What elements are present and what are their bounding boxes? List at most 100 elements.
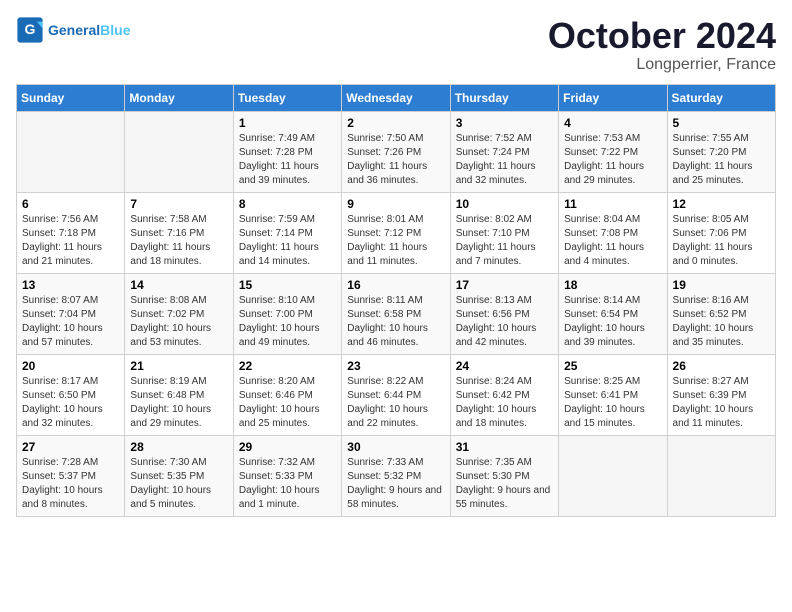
calendar-cell: [125, 111, 233, 192]
day-info: Sunrise: 7:52 AMSunset: 7:24 PMDaylight:…: [456, 132, 553, 188]
calendar-table: SundayMondayTuesdayWednesdayThursdayFrid…: [16, 84, 776, 517]
day-info: Sunrise: 7:50 AMSunset: 7:26 PMDaylight:…: [347, 132, 444, 188]
day-number: 13: [22, 278, 119, 292]
location: Longperrier, France: [548, 56, 776, 74]
calendar-cell: 23Sunrise: 8:22 AMSunset: 6:44 PMDayligh…: [342, 354, 450, 435]
calendar-cell: 18Sunrise: 8:14 AMSunset: 6:54 PMDayligh…: [559, 273, 667, 354]
calendar-cell: 3 Sunrise: 7:52 AMSunset: 7:24 PMDaylight…: [450, 111, 558, 192]
day-number: 8: [239, 197, 336, 211]
day-info: Sunrise: 7:56 AMSunset: 7:18 PMDaylight:…: [22, 213, 119, 269]
day-info: Sunrise: 8:11 AMSunset: 6:58 PMDaylight:…: [347, 294, 444, 350]
calendar-cell: 19 Sunrise: 8:16 AMSunset: 6:52 PMDayligh…: [667, 273, 775, 354]
day-info: Sunrise: 8:16 AMSunset: 6:52 PMDaylight:…: [673, 294, 770, 350]
calendar-week-5: 27 Sunrise: 7:28 AMSunset: 5:37 PMDayligh…: [17, 435, 776, 516]
day-info: Sunrise: 7:32 AMSunset: 5:33 PMDaylight:…: [239, 456, 336, 512]
weekday-header-wednesday: Wednesday: [342, 84, 450, 111]
weekday-header-monday: Monday: [125, 84, 233, 111]
day-number: 3: [456, 116, 553, 130]
day-number: 6: [22, 197, 119, 211]
calendar-cell: 21Sunrise: 8:19 AMSunset: 6:48 PMDayligh…: [125, 354, 233, 435]
day-info: Sunrise: 8:02 AMSunset: 7:10 PMDaylight:…: [456, 213, 553, 269]
day-info: Sunrise: 8:25 AMSunset: 6:41 PMDaylight:…: [564, 375, 661, 431]
day-info: Sunrise: 7:35 AMSunset: 5:30 PMDaylight:…: [456, 456, 553, 512]
day-number: 25: [564, 359, 661, 373]
calendar-cell: 20 Sunrise: 8:17 AMSunset: 6:50 PMDayligh…: [17, 354, 125, 435]
day-number: 11: [564, 197, 661, 211]
weekday-header-tuesday: Tuesday: [233, 84, 341, 111]
day-info: Sunrise: 8:17 AMSunset: 6:50 PMDaylight:…: [22, 375, 119, 431]
calendar-week-1: 1Sunrise: 7:49 AMSunset: 7:28 PMDaylight…: [17, 111, 776, 192]
calendar-cell: 26 Sunrise: 8:27 AMSunset: 6:39 PMDayligh…: [667, 354, 775, 435]
calendar-cell: 12 Sunrise: 8:05 AMSunset: 7:06 PMDayligh…: [667, 192, 775, 273]
day-info: Sunrise: 8:10 AMSunset: 7:00 PMDaylight:…: [239, 294, 336, 350]
calendar-cell: 10 Sunrise: 8:02 AMSunset: 7:10 PMDayligh…: [450, 192, 558, 273]
day-info: Sunrise: 8:04 AMSunset: 7:08 PMDaylight:…: [564, 213, 661, 269]
day-number: 24: [456, 359, 553, 373]
calendar-cell: 16 Sunrise: 8:11 AMSunset: 6:58 PMDayligh…: [342, 273, 450, 354]
calendar-cell: 31 Sunrise: 7:35 AMSunset: 5:30 PMDayligh…: [450, 435, 558, 516]
calendar-week-3: 13 Sunrise: 8:07 AMSunset: 7:04 PMDayligh…: [17, 273, 776, 354]
day-info: Sunrise: 8:24 AMSunset: 6:42 PMDaylight:…: [456, 375, 553, 431]
day-number: 16: [347, 278, 444, 292]
calendar-cell: 30 Sunrise: 7:33 AMSunset: 5:32 PMDayligh…: [342, 435, 450, 516]
day-number: 5: [673, 116, 770, 130]
calendar-week-4: 20 Sunrise: 8:17 AMSunset: 6:50 PMDayligh…: [17, 354, 776, 435]
calendar-header: SundayMondayTuesdayWednesdayThursdayFrid…: [17, 84, 776, 111]
weekday-header-friday: Friday: [559, 84, 667, 111]
day-number: 22: [239, 359, 336, 373]
day-info: Sunrise: 8:20 AMSunset: 6:46 PMDaylight:…: [239, 375, 336, 431]
day-info: Sunrise: 7:58 AMSunset: 7:16 PMDaylight:…: [130, 213, 227, 269]
calendar-cell: 17Sunrise: 8:13 AMSunset: 6:56 PMDayligh…: [450, 273, 558, 354]
weekday-header-saturday: Saturday: [667, 84, 775, 111]
calendar-cell: 9 Sunrise: 8:01 AMSunset: 7:12 PMDaylight…: [342, 192, 450, 273]
calendar-cell: 2 Sunrise: 7:50 AMSunset: 7:26 PMDaylight…: [342, 111, 450, 192]
day-number: 23: [347, 359, 444, 373]
day-number: 2: [347, 116, 444, 130]
calendar-cell: 14Sunrise: 8:08 AMSunset: 7:02 PMDayligh…: [125, 273, 233, 354]
day-number: 30: [347, 440, 444, 454]
svg-text:G: G: [25, 21, 36, 37]
day-info: Sunrise: 8:07 AMSunset: 7:04 PMDaylight:…: [22, 294, 119, 350]
day-info: Sunrise: 8:01 AMSunset: 7:12 PMDaylight:…: [347, 213, 444, 269]
weekday-header-sunday: Sunday: [17, 84, 125, 111]
day-number: 9: [347, 197, 444, 211]
day-number: 12: [673, 197, 770, 211]
day-number: 29: [239, 440, 336, 454]
calendar-cell: 11 Sunrise: 8:04 AMSunset: 7:08 PMDayligh…: [559, 192, 667, 273]
month-title: October 2024: [548, 16, 776, 56]
day-number: 31: [456, 440, 553, 454]
day-number: 20: [22, 359, 119, 373]
day-number: 15: [239, 278, 336, 292]
weekday-header-thursday: Thursday: [450, 84, 558, 111]
page-header: G GeneralBlue October 2024 Longperrier, …: [16, 16, 776, 74]
day-number: 4: [564, 116, 661, 130]
day-info: Sunrise: 7:33 AMSunset: 5:32 PMDaylight:…: [347, 456, 444, 512]
calendar-cell: 29 Sunrise: 7:32 AMSunset: 5:33 PMDayligh…: [233, 435, 341, 516]
logo: G GeneralBlue: [16, 16, 130, 44]
day-number: 10: [456, 197, 553, 211]
calendar-cell: 6 Sunrise: 7:56 AMSunset: 7:18 PMDaylight…: [17, 192, 125, 273]
calendar-cell: 8Sunrise: 7:59 AMSunset: 7:14 PMDaylight…: [233, 192, 341, 273]
logo-text: GeneralBlue: [48, 22, 130, 38]
day-info: Sunrise: 8:05 AMSunset: 7:06 PMDaylight:…: [673, 213, 770, 269]
day-info: Sunrise: 7:28 AMSunset: 5:37 PMDaylight:…: [22, 456, 119, 512]
day-info: Sunrise: 8:08 AMSunset: 7:02 PMDaylight:…: [130, 294, 227, 350]
logo-icon: G: [16, 16, 44, 44]
calendar-cell: 1Sunrise: 7:49 AMSunset: 7:28 PMDaylight…: [233, 111, 341, 192]
day-number: 21: [130, 359, 227, 373]
day-number: 28: [130, 440, 227, 454]
day-number: 19: [673, 278, 770, 292]
calendar-cell: 13 Sunrise: 8:07 AMSunset: 7:04 PMDayligh…: [17, 273, 125, 354]
day-number: 27: [22, 440, 119, 454]
calendar-cell: 28 Sunrise: 7:30 AMSunset: 5:35 PMDayligh…: [125, 435, 233, 516]
day-info: Sunrise: 7:30 AMSunset: 5:35 PMDaylight:…: [130, 456, 227, 512]
day-info: Sunrise: 7:49 AMSunset: 7:28 PMDaylight:…: [239, 132, 336, 188]
calendar-cell: [559, 435, 667, 516]
calendar-cell: 4Sunrise: 7:53 AMSunset: 7:22 PMDaylight…: [559, 111, 667, 192]
day-number: 26: [673, 359, 770, 373]
calendar-week-2: 6 Sunrise: 7:56 AMSunset: 7:18 PMDaylight…: [17, 192, 776, 273]
day-number: 18: [564, 278, 661, 292]
day-info: Sunrise: 8:27 AMSunset: 6:39 PMDaylight:…: [673, 375, 770, 431]
day-number: 17: [456, 278, 553, 292]
title-block: October 2024 Longperrier, France: [548, 16, 776, 74]
